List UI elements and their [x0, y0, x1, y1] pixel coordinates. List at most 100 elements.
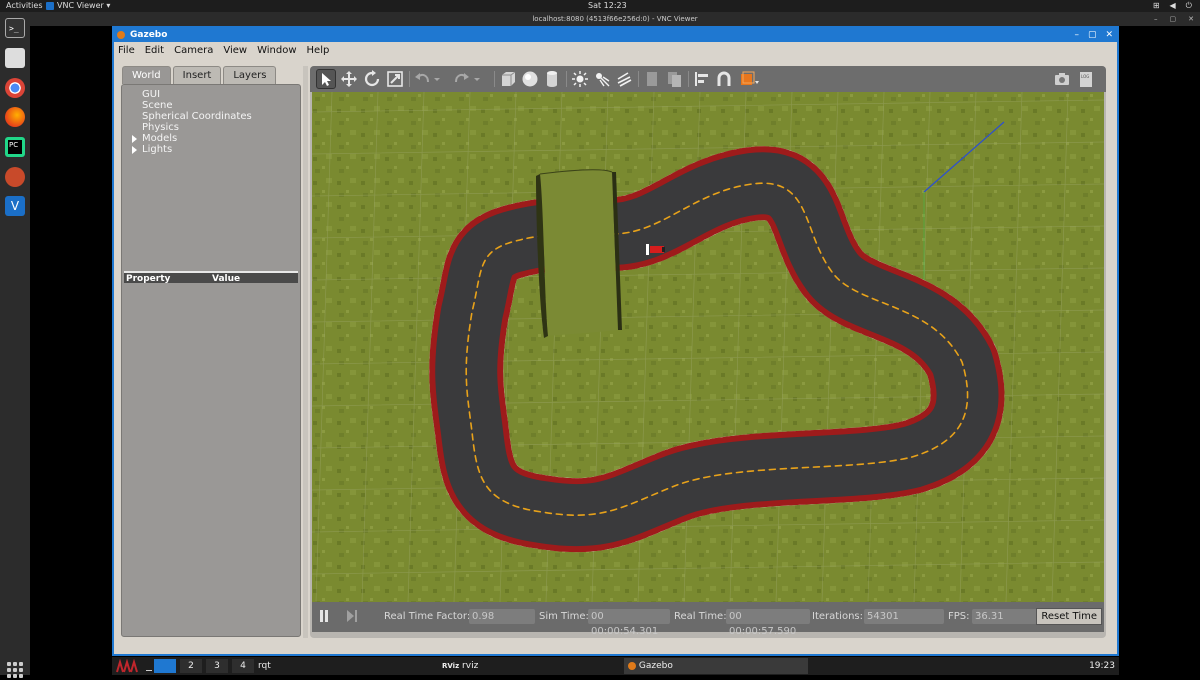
- redo-dropdown-icon[interactable]: [472, 69, 482, 89]
- workspace-4[interactable]: 4: [232, 659, 254, 673]
- menu-camera[interactable]: Camera: [174, 42, 213, 60]
- view-angle-icon[interactable]: [738, 69, 759, 89]
- tab-layers[interactable]: Layers: [223, 66, 277, 84]
- menu-bar: File Edit Camera View Window Help: [114, 42, 1117, 60]
- task-rviz-label: rviz: [462, 661, 479, 671]
- power-icon: ⏻: [1185, 1, 1192, 10]
- translate-icon[interactable]: [339, 69, 359, 89]
- svg-text:LOG: LOG: [1081, 74, 1089, 79]
- screenshot-icon[interactable]: [1052, 69, 1072, 89]
- svg-text:>_: >_: [9, 24, 19, 33]
- rotate-icon[interactable]: [362, 69, 382, 89]
- menu-help[interactable]: Help: [307, 42, 330, 60]
- world-panel: GUI Scene Spherical Coordinates Physics …: [121, 84, 301, 637]
- iterations-value: 54301: [864, 609, 944, 624]
- panel-splitter[interactable]: [303, 66, 308, 638]
- real-time-factor-value: 0.98: [469, 609, 535, 624]
- real-time-value: 00 00:00:57.590: [726, 609, 810, 637]
- gazebo-maximize-icon[interactable]: ▢: [1088, 28, 1097, 42]
- log-icon[interactable]: LOG: [1076, 69, 1096, 89]
- sphere-icon[interactable]: [520, 69, 540, 89]
- gazebo-minimize-icon[interactable]: –: [1074, 28, 1079, 42]
- system-tray[interactable]: ⊞ ◀ ⏻: [1153, 0, 1192, 12]
- align-icon[interactable]: [692, 69, 712, 89]
- menu-file[interactable]: File: [118, 42, 135, 60]
- show-apps-icon[interactable]: [7, 662, 23, 678]
- menu-view[interactable]: View: [223, 42, 247, 60]
- menu-edit[interactable]: Edit: [145, 42, 164, 60]
- spot-light-icon[interactable]: [592, 69, 612, 89]
- box-icon[interactable]: [498, 69, 518, 89]
- tree-item-gui[interactable]: GUI: [130, 89, 252, 100]
- tree-item-scene[interactable]: Scene: [130, 100, 252, 111]
- vnc-viewer-icon[interactable]: V: [5, 196, 25, 216]
- redo-icon[interactable]: [452, 69, 472, 89]
- property-column-header: Property: [126, 274, 171, 284]
- select-arrow-icon[interactable]: [316, 69, 336, 89]
- task-gazebo[interactable]: Gazebo: [624, 658, 808, 674]
- scale-icon[interactable]: [385, 69, 405, 89]
- workspace-1[interactable]: [154, 659, 176, 673]
- firefox-icon[interactable]: [5, 107, 25, 127]
- copy-icon[interactable]: [642, 69, 662, 89]
- point-light-icon[interactable]: [570, 69, 590, 89]
- pause-icon[interactable]: [318, 609, 330, 626]
- directional-light-icon[interactable]: [614, 69, 634, 89]
- value-column-header: Value: [212, 274, 241, 284]
- activities-button[interactable]: Activities: [6, 0, 43, 12]
- scene-render: [312, 92, 1104, 602]
- settings-icon[interactable]: [5, 167, 25, 187]
- tree-item-physics[interactable]: Physics: [130, 122, 252, 133]
- gazebo-task-icon: [628, 661, 636, 670]
- maximize-icon[interactable]: ▢: [1170, 12, 1177, 26]
- volume-icon: ◀: [1169, 1, 1176, 10]
- paste-icon[interactable]: [664, 69, 684, 89]
- gazebo-window: Gazebo – ▢ ✕ File Edit Camera View Windo…: [112, 26, 1119, 656]
- tab-world[interactable]: World: [122, 66, 171, 84]
- rviz-icon: RViz: [442, 662, 460, 670]
- reset-time-button[interactable]: Reset Time: [1036, 608, 1102, 625]
- close-icon[interactable]: ✕: [1188, 12, 1194, 26]
- fps-label: FPS:: [948, 611, 970, 622]
- toolbar-separator: [494, 71, 495, 87]
- workspace-3[interactable]: 3: [206, 659, 228, 673]
- terminal-icon[interactable]: >_: [5, 18, 25, 38]
- chrome-icon[interactable]: [5, 78, 25, 98]
- remote-taskbar: 2 3 4 rqt RViz rviz Gazebo 19:23: [112, 657, 1119, 675]
- toolbar-separator: [409, 71, 410, 87]
- files-icon[interactable]: [5, 48, 25, 68]
- tree-item-spherical-coordinates[interactable]: Spherical Coordinates: [130, 111, 252, 122]
- left-panel-tabs: World Insert Layers: [122, 66, 277, 84]
- workspace-2[interactable]: 2: [180, 659, 202, 673]
- world-tree: GUI Scene Spherical Coordinates Physics …: [130, 89, 252, 155]
- task-rviz[interactable]: RViz rviz: [438, 658, 478, 674]
- simulation-status-bar: Real Time Factor: 0.98 Sim Time: 00 00:0…: [312, 602, 1104, 637]
- app-menu-label: VNC Viewer ▾: [57, 1, 111, 10]
- undo-icon[interactable]: [412, 69, 432, 89]
- 3d-viewport[interactable]: [312, 92, 1104, 602]
- tree-item-lights[interactable]: Lights: [130, 144, 252, 155]
- real-time-factor-label: Real Time Factor:: [384, 611, 471, 622]
- gazebo-close-icon[interactable]: ✕: [1105, 28, 1113, 42]
- menu-window[interactable]: Window: [257, 42, 296, 60]
- gazebo-title: Gazebo: [130, 30, 168, 40]
- minimize-icon[interactable]: –: [1154, 12, 1158, 26]
- task-rqt[interactable]: rqt: [254, 658, 271, 674]
- sim-time-value: 00 00:00:54.301: [588, 609, 670, 637]
- taskbar-clock: 19:23: [1089, 661, 1115, 671]
- tree-item-models[interactable]: Models: [130, 133, 252, 144]
- real-time-label: Real Time:: [674, 611, 727, 622]
- app-menu[interactable]: VNC Viewer ▾: [46, 0, 110, 12]
- gazebo-title-bar[interactable]: Gazebo – ▢ ✕: [114, 28, 1117, 42]
- show-desktop-icon[interactable]: [146, 661, 152, 671]
- task-gazebo-label: Gazebo: [638, 661, 673, 671]
- cylinder-icon[interactable]: [542, 69, 562, 89]
- property-table-header: Property Value: [124, 271, 298, 284]
- tab-insert[interactable]: Insert: [172, 66, 222, 84]
- step-icon[interactable]: [346, 609, 358, 626]
- undo-dropdown-icon[interactable]: [432, 69, 442, 89]
- system-clock[interactable]: Sat 12:23: [588, 0, 627, 12]
- ros-logo-icon[interactable]: [116, 658, 140, 673]
- snap-icon[interactable]: [714, 69, 734, 89]
- pycharm-icon[interactable]: PC: [5, 137, 25, 157]
